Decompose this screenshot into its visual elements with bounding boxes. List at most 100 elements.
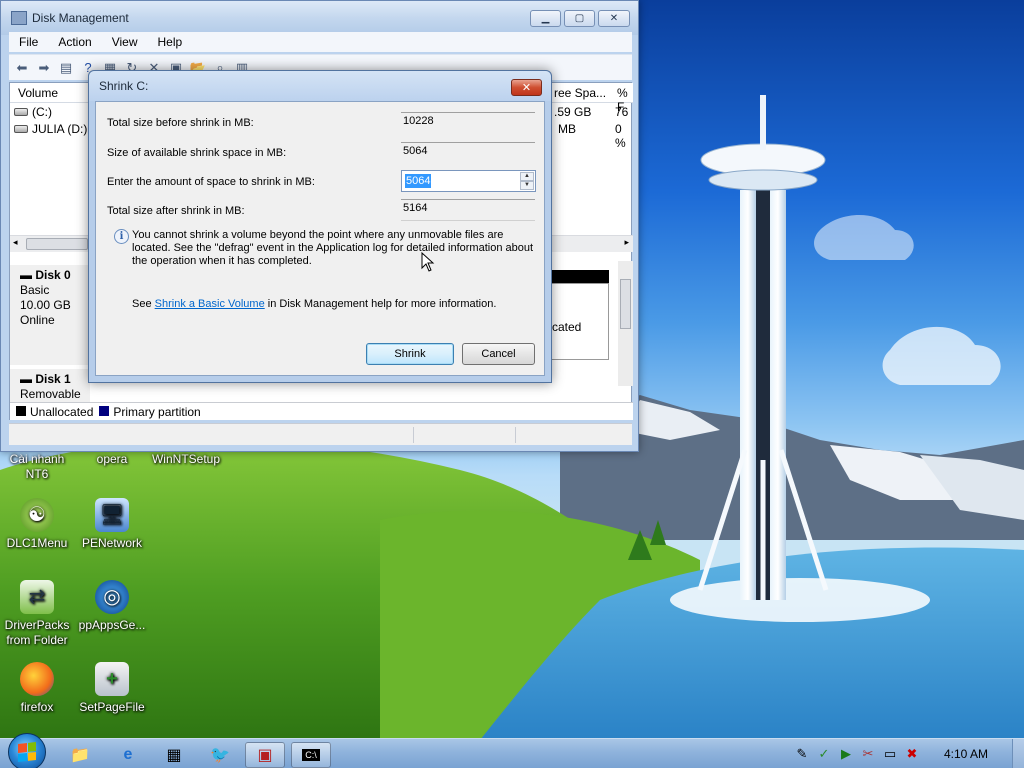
disk-0-label[interactable]: ▬ Disk 0 Basic 10.00 GB Online [10, 265, 90, 365]
drive-icon [14, 108, 28, 116]
help-line: See Shrink a Basic Volume in Disk Manage… [132, 298, 496, 310]
taskbar-clock[interactable]: 4:10 AM [944, 747, 988, 761]
desktop-icon-winntsetup[interactable]: WinNTSetup [146, 452, 226, 467]
menu-action[interactable]: Action [48, 35, 101, 49]
desktop-icon-setpagefile-label: SetPageFile [79, 700, 145, 714]
vertical-scrollbar[interactable] [618, 261, 633, 386]
volume-name: JULIA (D:) [32, 122, 88, 136]
scrollbar-thumb[interactable] [26, 238, 88, 250]
disk-1-name: Disk 1 [35, 372, 71, 386]
cancel-button[interactable]: Cancel [462, 343, 535, 365]
tray-play-icon[interactable]: ▶ [838, 746, 854, 762]
show-desktop-button[interactable] [1012, 739, 1024, 768]
disk-0-icon: ▬ [20, 268, 32, 282]
desktop-icon-cai-nhanh[interactable]: Cài nhanh NT6 [0, 452, 77, 482]
desktop-icon-firefox-label: firefox [20, 700, 54, 714]
tray-shield-icon[interactable]: ✓ [816, 746, 832, 762]
desktop-icon-driverpacks-label: DriverPacks from Folder [4, 618, 70, 647]
menu-view[interactable]: View [102, 35, 148, 49]
disk-0-partition-block[interactable]: cated [551, 283, 609, 360]
dialog-titlebar[interactable]: Shrink C: [89, 71, 551, 101]
disk-0-name: Disk 0 [35, 268, 71, 282]
dialog-close-button[interactable]: ✕ [511, 79, 542, 96]
scroll-right-icon[interactable]: ▸ [624, 237, 629, 248]
legend-unallocated-label: Unallocated [30, 404, 94, 419]
taskbar-command-prompt[interactable]: C:\ [291, 742, 331, 768]
desktop-icon-setpagefile[interactable]: + SetPageFile [72, 662, 152, 715]
minimize-button[interactable]: ▁ [530, 10, 561, 27]
taskbar-internet-explorer[interactable]: e [108, 742, 148, 768]
vertical-scrollbar-thumb[interactable] [620, 279, 631, 329]
status-bar [9, 423, 632, 445]
taskbar-app-4[interactable]: 🐦 [200, 742, 240, 768]
desktop-icon-opera[interactable]: opera [72, 452, 152, 467]
network-icon: 🖥 [95, 498, 129, 532]
tray-tool-icon[interactable]: ✂ [860, 746, 876, 762]
app-icon: ▦ [166, 747, 182, 764]
folder-icon: 📁 [70, 747, 90, 764]
stepper-up-icon[interactable]: ▲ [520, 172, 534, 181]
shrink-button[interactable]: Shrink [366, 343, 454, 365]
taskbar-disk-management[interactable]: ▣ [245, 742, 285, 768]
show-hide-tree-icon[interactable]: ▤ [57, 59, 75, 77]
close-icon: ✕ [521, 82, 532, 94]
help-prefix: See [132, 298, 155, 310]
disk-1-label[interactable]: ▬ Disk 1 Removable (E:) [10, 369, 90, 416]
volume-row-c[interactable]: (C:) [14, 105, 52, 119]
desktop-icon-firefox[interactable]: firefox [0, 662, 77, 715]
ppapps-icon: ◎ [95, 580, 129, 614]
tray-volume-muted-icon[interactable]: ✖ [904, 746, 920, 762]
desktop-icon-ppappsge-label: ppAppsGe... [78, 618, 146, 632]
menu-file[interactable]: File [9, 35, 48, 49]
desktop-icon-dlc1menu-label: DLC1Menu [6, 536, 68, 550]
shrink-dialog: Shrink C: ✕ Total size before shrink in … [88, 70, 552, 383]
taskbar-explorer[interactable]: 📁 [60, 742, 100, 768]
desktop-icon-cai-nhanh-label: Cài nhanh NT6 [9, 452, 65, 481]
shrink-amount-stepper[interactable]: 5064 ▲ ▼ [401, 170, 536, 192]
toolbox-icon: ▣ [257, 747, 273, 764]
desktop-icon-winntsetup-label: WinNTSetup [151, 452, 221, 466]
start-button[interactable] [8, 733, 46, 768]
dialog-body: Total size before shrink in MB: 10228 Si… [95, 101, 545, 376]
desktop-icon-dlc1menu[interactable]: ☯ DLC1Menu [0, 498, 77, 551]
menu-help[interactable]: Help [148, 35, 193, 49]
volume-d-pct: 0 % [615, 122, 626, 150]
legend-unallocated-swatch [16, 405, 26, 416]
column-volume[interactable]: Volume [18, 86, 58, 100]
disk-0-unallocated-bar [551, 270, 609, 283]
maximize-button[interactable]: ▢ [564, 10, 595, 27]
desktop-icon-penetwork[interactable]: 🖥 PENetwork [72, 498, 152, 551]
drive-icon [14, 125, 28, 133]
tray-app-icon[interactable]: ✎ [794, 746, 810, 762]
info-icon: i [114, 229, 129, 244]
shrink-info-text: You cannot shrink a volume beyond the po… [132, 229, 534, 267]
taskbar-app-3[interactable]: ▦ [154, 742, 194, 768]
column-free-space[interactable]: ree Spa... [554, 86, 606, 100]
total-after-label: Total size after shrink in MB: [107, 205, 245, 217]
window-caption-buttons: ▁ ▢ ✕ [530, 10, 630, 27]
shrink-amount-input[interactable]: 5064 [405, 174, 432, 188]
disk-0-size: 10.00 GB [20, 298, 71, 312]
taskbar: 📁 e ▦ 🐦 ▣ C:\ ✎ ✓ ▶ ✂ ▭ ✖ 4:10 AM [0, 733, 1024, 768]
maximize-icon: ▢ [574, 13, 585, 24]
close-button[interactable]: ✕ [598, 10, 630, 27]
firefox-icon [20, 662, 54, 696]
scroll-left-icon[interactable]: ◂ [13, 237, 18, 248]
desktop-icon-ppappsge[interactable]: ◎ ppAppsGe... [72, 580, 152, 633]
close-icon: ✕ [609, 13, 619, 24]
volume-row-d[interactable]: JULIA (D:) [14, 122, 87, 136]
help-link-shrink-basic-volume[interactable]: Shrink a Basic Volume [155, 298, 265, 310]
internet-explorer-icon: e [123, 746, 133, 763]
disk-management-app-icon [11, 11, 27, 25]
volume-c-free: .59 GB [554, 105, 592, 119]
legend-primary-label: Primary partition [113, 404, 201, 419]
desktop-icon-penetwork-label: PENetwork [81, 536, 143, 550]
system-tray: ✎ ✓ ▶ ✂ ▭ ✖ 4:10 AM [794, 741, 1024, 767]
back-icon[interactable]: ⬅ [13, 59, 31, 77]
desktop-icon-driverpacks[interactable]: ⇄ DriverPacks from Folder [0, 580, 77, 648]
forward-icon[interactable]: ➡ [35, 59, 53, 77]
stepper-down-icon[interactable]: ▼ [520, 181, 534, 190]
window-title: Disk Management [32, 11, 129, 25]
tray-network-icon[interactable]: ▭ [882, 746, 898, 762]
disk-0-type: Basic [20, 283, 50, 297]
